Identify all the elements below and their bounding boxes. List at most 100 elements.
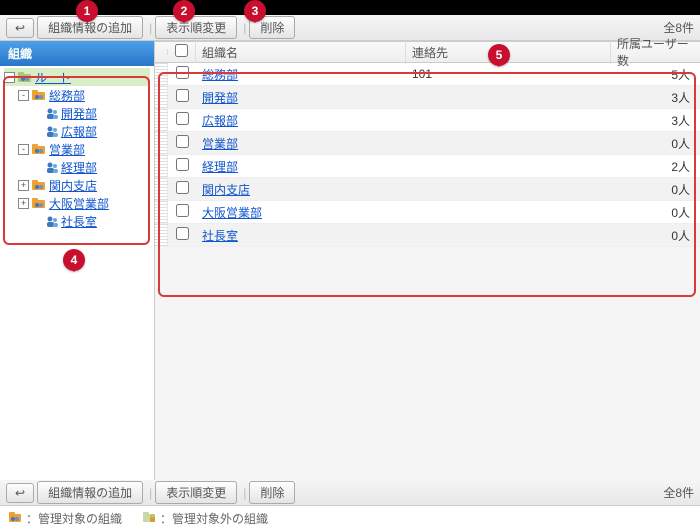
legend-managed-label: ：管理対象の組織 — [26, 510, 122, 527]
callout-3: 3 — [244, 0, 266, 22]
callout-2: 2 — [173, 0, 195, 22]
separator: | — [243, 486, 246, 500]
drag-handle[interactable] — [155, 132, 168, 154]
drag-handle[interactable] — [155, 201, 168, 223]
org-link[interactable]: 社長室 — [202, 229, 238, 243]
top-toolbar: ↩ 組織情報の追加 | 表示順変更 | 削除 全8件 — [0, 15, 700, 41]
folder-icon — [31, 89, 47, 101]
tree-node[interactable]: 広報部 — [4, 122, 150, 140]
row-users-cell: 0人 — [611, 225, 700, 246]
table-row: 大阪営業部 0人 — [155, 201, 700, 224]
row-users-cell: 5人 — [611, 64, 700, 85]
row-check-cell — [168, 133, 196, 153]
select-all-checkbox[interactable] — [175, 44, 188, 57]
org-link[interactable]: 大阪営業部 — [202, 206, 262, 220]
row-name-cell: 開発部 — [196, 87, 406, 108]
drag-handle[interactable] — [155, 86, 168, 108]
tree-node[interactable]: 開発部 — [4, 104, 150, 122]
row-check-cell — [168, 87, 196, 107]
tree-node[interactable]: - ルート — [4, 68, 150, 86]
tree-node[interactable]: + 関内支店 — [4, 176, 150, 194]
row-checkbox[interactable] — [176, 66, 189, 79]
people-icon — [45, 161, 59, 173]
tree-node-link[interactable]: 開発部 — [61, 105, 97, 122]
drag-handle[interactable] — [155, 109, 168, 131]
row-users-cell: 0人 — [611, 202, 700, 223]
org-link[interactable]: 関内支店 — [202, 183, 250, 197]
org-link[interactable]: 広報部 — [202, 114, 238, 128]
tree-node-link[interactable]: 営業部 — [49, 141, 85, 158]
tree-toggle-spacer — [32, 108, 43, 119]
row-users-cell: 0人 — [611, 133, 700, 154]
row-users-cell: 0人 — [611, 179, 700, 200]
back-button-bottom[interactable]: ↩ — [6, 483, 34, 503]
row-contact-cell — [406, 210, 611, 214]
separator: | — [149, 21, 152, 35]
back-button[interactable]: ↩ — [6, 18, 34, 38]
table-row: 広報部3人 — [155, 109, 700, 132]
tree-node[interactable]: - 営業部 — [4, 140, 150, 158]
tree-toggle-icon[interactable]: + — [18, 180, 29, 191]
drag-handle[interactable] — [155, 224, 168, 246]
table-row: 社長室 0人 — [155, 224, 700, 247]
table-row: 総務部1015人 — [155, 63, 700, 86]
row-checkbox[interactable] — [176, 135, 189, 148]
reorder-button-bottom[interactable]: 表示順変更 — [155, 481, 237, 504]
table-row: 営業部 0人 — [155, 132, 700, 155]
col-name-header[interactable]: 組織名 — [196, 41, 406, 64]
row-check-cell — [168, 156, 196, 176]
tree-node-link[interactable]: ルート — [35, 69, 71, 86]
tree-toggle-icon[interactable]: - — [18, 144, 29, 155]
row-name-cell: 関内支店 — [196, 179, 406, 200]
tree-node[interactable]: + 大阪営業部 — [4, 194, 150, 212]
tree-toggle-icon[interactable]: - — [18, 90, 29, 101]
people-icon — [45, 215, 59, 227]
tree-node-link[interactable]: 社長室 — [61, 213, 97, 230]
row-contact-cell — [406, 187, 611, 191]
row-checkbox[interactable] — [176, 227, 189, 240]
tree-node-link[interactable]: 広報部 — [61, 123, 97, 140]
callout-1: 1 — [76, 0, 98, 22]
tree-toggle-spacer — [32, 162, 43, 173]
drag-handle[interactable] — [155, 63, 168, 85]
drag-handle[interactable] — [155, 178, 168, 200]
row-checkbox[interactable] — [176, 181, 189, 194]
total-count-bottom: 全8件 — [663, 484, 694, 501]
tree-node-link[interactable]: 関内支店 — [49, 177, 97, 194]
delete-button-bottom[interactable]: 削除 — [249, 481, 295, 504]
callout-4: 4 — [63, 249, 85, 271]
folder-icon — [31, 197, 47, 209]
tree-node[interactable]: - 総務部 — [4, 86, 150, 104]
col-checkbox — [168, 41, 196, 63]
org-link[interactable]: 経理部 — [202, 160, 238, 174]
row-contact-cell — [406, 164, 611, 168]
main-panel: 組織名 連絡先 所属ユーザー数 総務部1015人開発部3人広報部3人営業部0人経… — [155, 41, 700, 480]
tree-toggle-icon[interactable]: + — [18, 198, 29, 209]
row-checkbox[interactable] — [176, 112, 189, 125]
separator: | — [243, 21, 246, 35]
tree-node[interactable]: 経理部 — [4, 158, 150, 176]
row-checkbox[interactable] — [176, 89, 189, 102]
tree-node[interactable]: 社長室 — [4, 212, 150, 230]
row-name-cell: 広報部 — [196, 110, 406, 131]
org-link[interactable]: 営業部 — [202, 137, 238, 151]
org-link[interactable]: 開発部 — [202, 91, 238, 105]
tree-node-link[interactable]: 経理部 — [61, 159, 97, 176]
tree-node-link[interactable]: 総務部 — [49, 87, 85, 104]
org-link[interactable]: 総務部 — [202, 68, 238, 82]
legend-unmanaged-label: ：管理対象外の組織 — [160, 510, 268, 527]
reorder-button[interactable]: 表示順変更 — [155, 16, 237, 39]
row-check-cell — [168, 110, 196, 130]
unmanaged-folder-icon — [142, 511, 156, 526]
grid-header-row: 組織名 連絡先 所属ユーザー数 — [155, 41, 700, 63]
tree-node-link[interactable]: 大阪営業部 — [49, 195, 109, 212]
row-contact-cell — [406, 233, 611, 237]
row-checkbox[interactable] — [176, 158, 189, 171]
row-checkbox[interactable] — [176, 204, 189, 217]
legend: ：管理対象の組織 ：管理対象外の組織 — [0, 506, 700, 531]
tree-toggle-icon[interactable]: - — [4, 72, 15, 83]
add-org-button-bottom[interactable]: 組織情報の追加 — [37, 481, 143, 504]
row-name-cell: 大阪営業部 — [196, 202, 406, 223]
table-row: 開発部3人 — [155, 86, 700, 109]
drag-handle[interactable] — [155, 155, 168, 177]
